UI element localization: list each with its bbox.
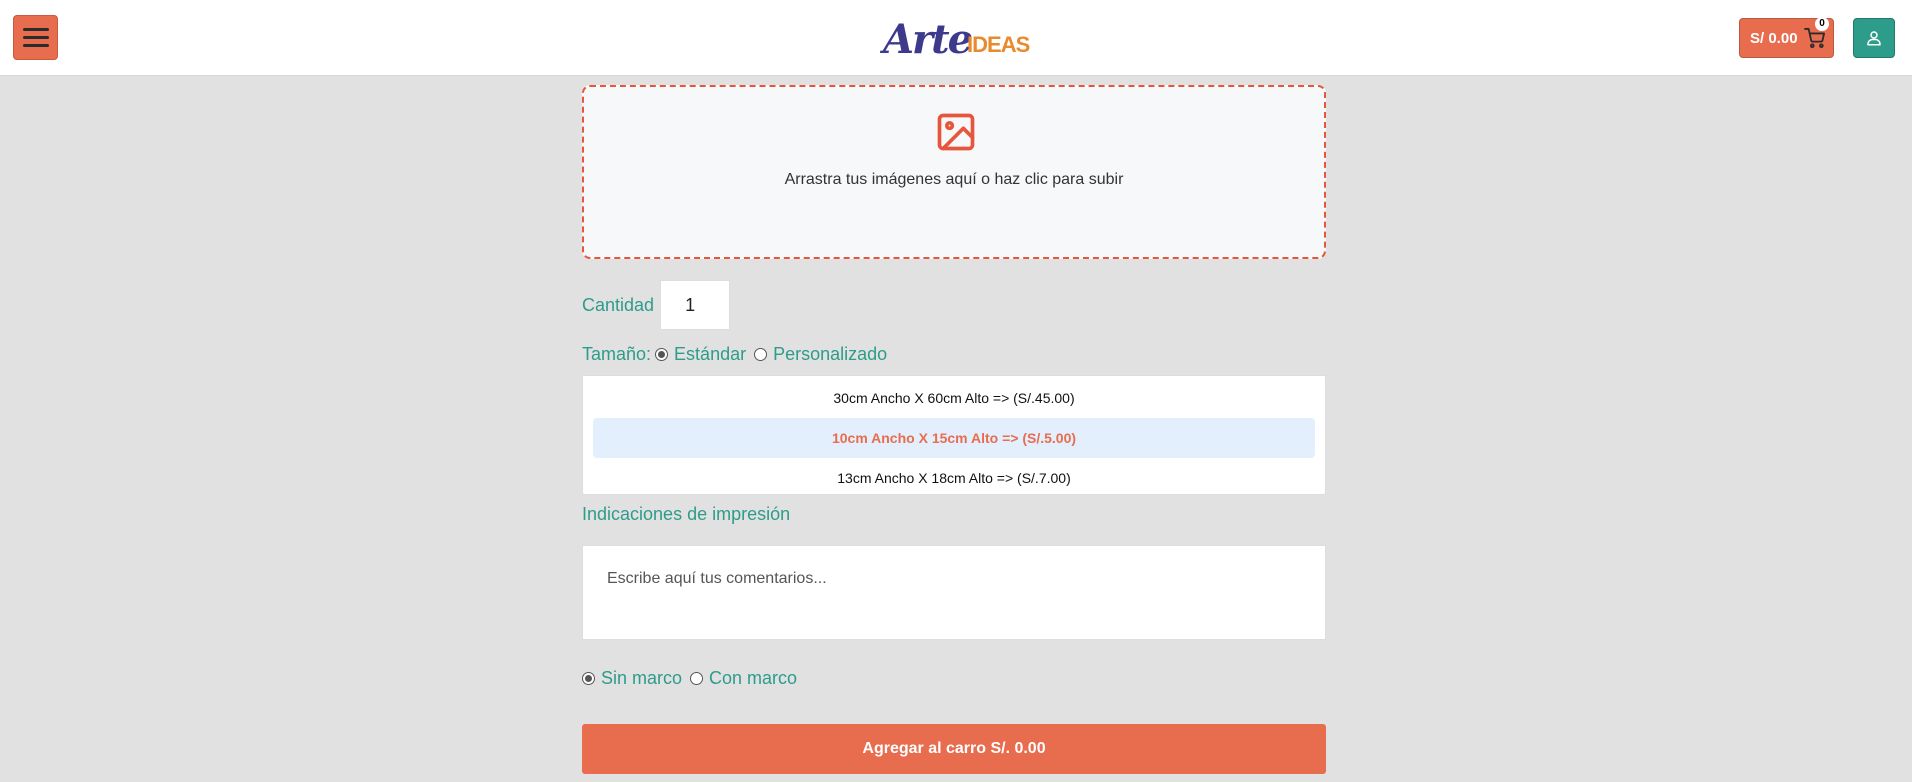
cart-total: S/ 0.00 [1750, 29, 1798, 47]
upload-instructions: Arrastra tus imágenes aquí o haz clic pa… [784, 171, 1124, 188]
add-to-cart-button[interactable]: Agregar al carro S/. 0.00 [582, 724, 1326, 774]
radio-custom-label[interactable]: Personalizado [773, 344, 887, 365]
size-option[interactable]: 30cm Ancho X 60cm Alto => (S/.45.00) [593, 378, 1315, 418]
print-notes-textarea[interactable] [582, 545, 1326, 640]
brand-logo[interactable]: Arte IDEAS [883, 12, 1030, 63]
quantity-label: Cantidad [582, 294, 655, 315]
size-label: Tamaño: [582, 344, 652, 364]
menu-icon-bar [22, 36, 49, 39]
radio-with-frame-label[interactable]: Con marco [709, 668, 797, 689]
menu-icon-bar [22, 44, 49, 47]
radio-standard[interactable] [655, 348, 669, 361]
size-option-selected[interactable]: 10cm Ancho X 15cm Alto => (S/.5.00) [593, 418, 1315, 458]
image-icon [937, 113, 975, 151]
quantity-row: Cantidad [582, 280, 731, 330]
quantity-input[interactable] [660, 280, 731, 330]
size-option[interactable]: 13cm Ancho X 18cm Alto => (S/.7.00) [593, 458, 1315, 498]
frame-selector: Sin marco Con marco [582, 668, 797, 689]
cart-count-badge: 0 [1815, 17, 1829, 31]
image-upload-dropzone[interactable]: Arrastra tus imágenes aquí o haz clic pa… [582, 85, 1326, 259]
user-account-button[interactable] [1853, 18, 1895, 58]
size-options-list: 30cm Ancho X 60cm Alto => (S/.45.00) 10c… [582, 375, 1326, 495]
radio-standard-label[interactable]: Estándar [674, 344, 746, 365]
print-notes-label: Indicaciones de impresión [582, 504, 791, 524]
hamburger-menu-button[interactable] [13, 15, 58, 60]
top-header: Arte IDEAS S/ 0.00 0 [0, 0, 1912, 76]
logo-main-text: Arte [883, 16, 973, 63]
menu-icon-bar [22, 28, 49, 31]
radio-with-frame[interactable] [690, 672, 704, 685]
user-icon [1867, 31, 1881, 46]
logo-sub-text: IDEAS [967, 32, 1030, 57]
shopping-cart-icon [1803, 28, 1825, 48]
radio-no-frame-label[interactable]: Sin marco [601, 668, 682, 689]
radio-custom[interactable] [754, 348, 768, 361]
size-type-selector: Tamaño: Estándar Personalizado [582, 344, 887, 365]
radio-no-frame[interactable] [582, 672, 595, 685]
cart-button[interactable]: S/ 0.00 0 [1739, 17, 1834, 58]
